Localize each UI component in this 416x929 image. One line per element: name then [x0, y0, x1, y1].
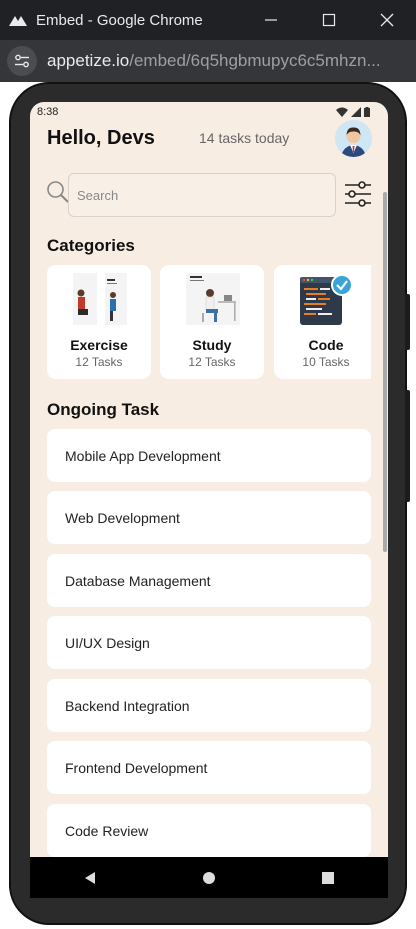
close-icon — [380, 13, 394, 27]
recents-button[interactable] — [308, 863, 348, 893]
back-triangle-icon — [84, 871, 95, 884]
app-screen: 8:38 Hello, Devs 14 tasks today Search C… — [30, 102, 388, 898]
categories-title: Categories — [47, 236, 135, 255]
site-info-button[interactable] — [7, 46, 37, 76]
exercise-illustration-icon — [73, 273, 127, 327]
ongoing-task-title: Ongoing Task — [47, 400, 160, 419]
url-path: /embed/6q5hgbmupyc6c5mhzn... — [129, 51, 381, 70]
task-item[interactable]: Web Development — [47, 491, 371, 544]
category-count: 12 Tasks — [75, 355, 123, 369]
back-button[interactable] — [70, 863, 110, 893]
battery-icon — [364, 107, 370, 117]
filter-sliders-icon — [345, 181, 371, 207]
search-field[interactable] — [68, 173, 336, 217]
user-avatar-icon — [335, 120, 372, 157]
status-time: 8:38 — [37, 106, 59, 118]
category-name: Code — [308, 337, 344, 353]
category-card-code[interactable]: Code 10 Tasks — [274, 265, 371, 379]
android-nav-bar — [30, 857, 388, 898]
signal-icon — [351, 107, 361, 117]
task-item[interactable]: Database Management — [47, 554, 371, 607]
task-item[interactable]: Mobile App Development — [47, 429, 371, 482]
maximize-button[interactable] — [300, 0, 358, 40]
category-card-study[interactable]: Study 12 Tasks — [160, 265, 264, 379]
maximize-icon — [322, 13, 336, 27]
task-item[interactable]: Code Review — [47, 804, 371, 857]
avatar[interactable] — [335, 120, 372, 157]
close-button[interactable] — [358, 0, 416, 40]
minimize-icon — [265, 19, 277, 21]
power-button — [405, 294, 410, 350]
code-illustration-icon — [300, 273, 354, 327]
task-item[interactable]: UI/UX Design — [47, 616, 371, 669]
address-bar[interactable]: appetize.io/embed/6q5hgbmupyc6c5mhzn... — [0, 40, 416, 82]
search-input[interactable] — [69, 174, 335, 216]
task-item[interactable]: Backend Integration — [47, 679, 371, 732]
status-bar: 8:38 — [30, 102, 388, 122]
tune-icon — [15, 54, 29, 68]
study-illustration-icon — [186, 273, 240, 327]
embed-area: 8:38 Hello, Devs 14 tasks today Search C… — [0, 82, 416, 929]
home-circle-icon — [202, 871, 215, 884]
category-count: 10 Tasks — [302, 355, 350, 369]
window-title: Embed - Google Chrome — [36, 11, 203, 29]
wifi-icon — [336, 107, 348, 117]
home-button[interactable] — [189, 863, 229, 893]
recents-square-icon — [322, 871, 335, 884]
category-name: Exercise — [70, 337, 128, 353]
category-count: 12 Tasks — [188, 355, 236, 369]
url-text[interactable]: appetize.io/embed/6q5hgbmupyc6c5mhzn... — [47, 51, 416, 71]
tasks-today-count: 14 tasks today — [199, 130, 290, 146]
categories-carousel[interactable]: Exercise 12 Tasks Study 12 Tasks Code 10… — [47, 265, 371, 381]
filter-button[interactable] — [344, 180, 372, 208]
category-card-exercise[interactable]: Exercise 12 Tasks — [47, 265, 151, 379]
greeting-title: Hello, Devs — [47, 127, 155, 149]
task-item[interactable]: Frontend Development — [47, 741, 371, 794]
category-name: Study — [192, 337, 232, 353]
browser-titlebar: Embed - Google Chrome — [0, 0, 416, 40]
search-icon[interactable] — [46, 180, 70, 204]
volume-button — [405, 390, 410, 502]
url-host: appetize.io — [47, 51, 130, 70]
minimize-button[interactable] — [242, 0, 300, 40]
app-logo-icon — [8, 13, 28, 27]
scrollbar[interactable] — [383, 192, 387, 552]
